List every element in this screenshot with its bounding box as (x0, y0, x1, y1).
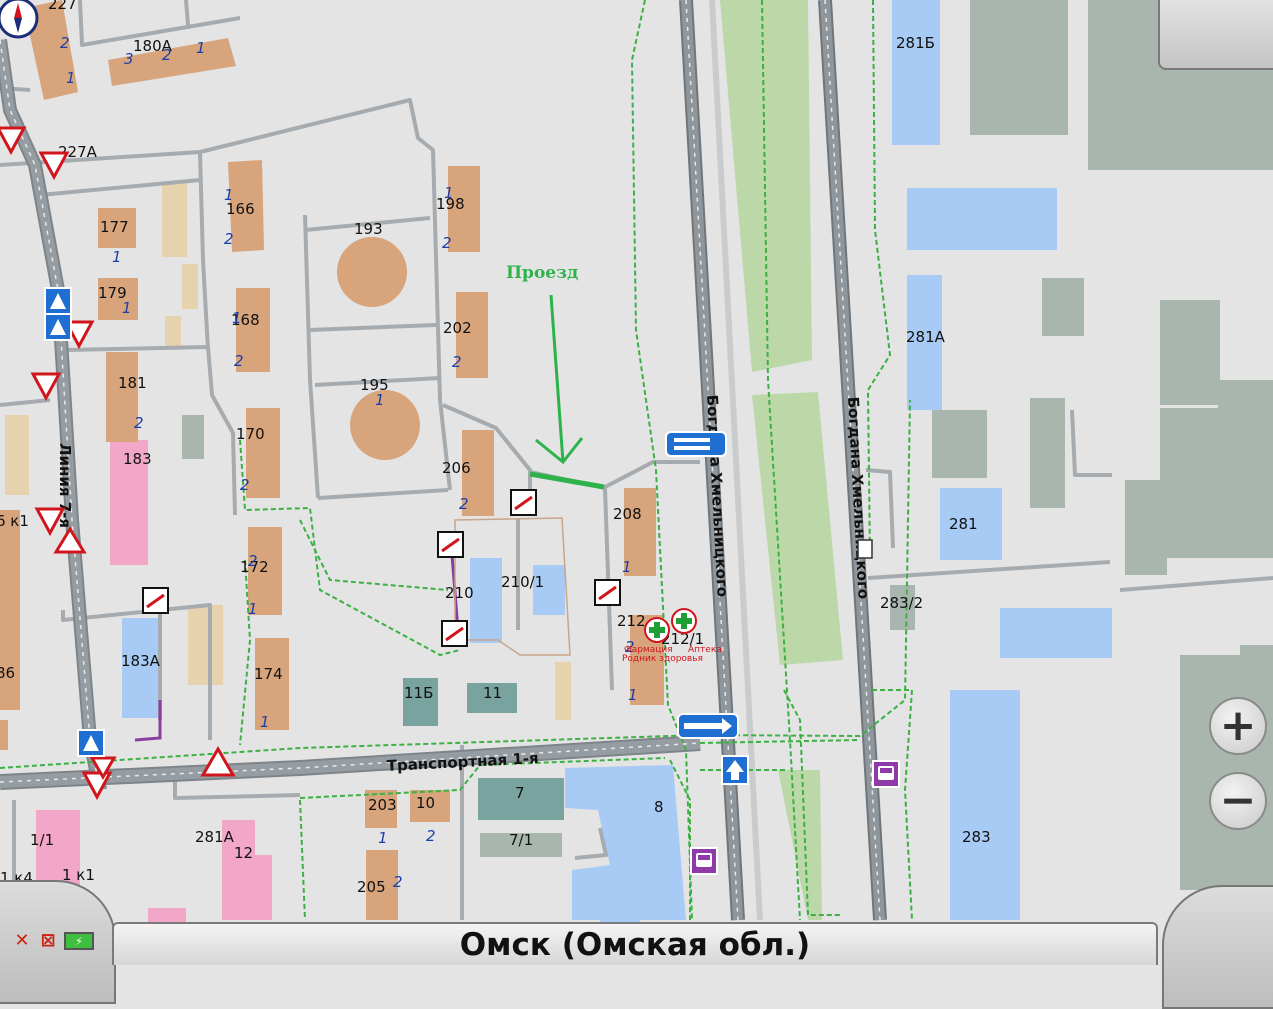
entrance-label: 1 (248, 600, 258, 618)
bottom-right-panel[interactable] (1162, 885, 1273, 1009)
entrance-label: 1 (260, 713, 270, 731)
house-label: 183 (123, 450, 152, 468)
status-icons: ✕ ⊠ ⚡ (12, 929, 94, 951)
house-label: 183А (121, 652, 161, 670)
entrance-label: 2 (452, 353, 462, 371)
house-label: 281 (949, 515, 978, 533)
house-label: 206 (442, 459, 471, 477)
entrance-label: 2 (134, 414, 144, 432)
city-label: Омск (Омская обл.) (459, 926, 811, 963)
house-label: 281А (906, 328, 946, 346)
zoom-out-button[interactable]: − (1209, 772, 1267, 830)
house-label: 210 (445, 584, 474, 602)
house-label: 86 (0, 664, 15, 682)
entrance-label: 1 (628, 686, 638, 704)
location-bar[interactable]: Омск (Омская обл.) (112, 922, 1158, 965)
pharmacy-sublabel: Родник здоровья (622, 654, 703, 664)
entrance-label: 1 (444, 184, 454, 202)
entrance-label: 2 (459, 495, 469, 513)
entrance-label: 2 (248, 552, 258, 570)
entrance-label: 2 (234, 352, 244, 370)
house-label: 283 (962, 828, 991, 846)
compass-icon[interactable] (0, 0, 39, 39)
house-label: 10 (416, 794, 435, 812)
entrance-label: 2 (162, 46, 172, 64)
entrance-label: 1 (196, 39, 206, 57)
house-label: 11Б (404, 684, 433, 702)
house-label: 7/1 (509, 831, 533, 849)
menu-button[interactable] (1158, 0, 1273, 70)
house-label: 281А (195, 828, 235, 846)
zoom-in-button[interactable]: + (1209, 697, 1267, 755)
entrance-label: 2 (442, 234, 452, 252)
house-label: 203 (368, 796, 397, 814)
house-label: 177 (100, 218, 129, 236)
house-label: 6 к1 (0, 512, 29, 530)
house-label: 227 (48, 0, 77, 13)
entrance-label: 1 (112, 248, 122, 266)
battery-icon: ⚡ (64, 932, 94, 950)
map-canvas[interactable]: Проезд 227 180А 227А 177 179 166 168 170… (0, 0, 1273, 965)
house-label: 174 (254, 665, 283, 683)
house-label: 181 (118, 374, 147, 392)
house-label: 210/1 (501, 573, 544, 591)
house-label: 208 (613, 505, 642, 523)
house-label: 11 (483, 684, 502, 702)
entrance-label: 1 (224, 186, 234, 204)
house-label: 202 (443, 319, 472, 337)
building-entrance-icon (857, 539, 873, 559)
gps-off-icon: ✕ (14, 929, 30, 951)
entrance-label: 2 (426, 827, 436, 845)
house-label: 170 (236, 425, 265, 443)
house-label: 8 (654, 798, 664, 816)
entrance-label: 1 (378, 829, 388, 847)
entrance-label: 3 (124, 50, 134, 68)
house-label: 283/2 (880, 594, 923, 612)
entrance-label: 1 (622, 558, 632, 576)
entrance-label: 1 (122, 299, 132, 317)
house-label: 281Б (896, 34, 935, 52)
entrance-label: 1 (66, 69, 76, 87)
house-label: 193 (354, 220, 383, 238)
entrance-label: 2 (240, 476, 250, 494)
house-label: 212 (617, 612, 646, 630)
sound-off-icon: ⊠ (40, 929, 56, 951)
entrance-label: 2 (393, 873, 403, 891)
entrance-label: 1 (375, 391, 385, 409)
entrance-label: 1 (232, 309, 242, 327)
blue-building-edge (600, 912, 640, 922)
house-label: 1/1 (30, 831, 54, 849)
annotation-label: Проезд (506, 263, 578, 283)
entrance-label: 2 (224, 230, 234, 248)
house-label: 12 (234, 844, 253, 862)
house-label: 205 (357, 878, 386, 896)
entrance-label: 2 (60, 34, 70, 52)
house-label: 7 (515, 784, 525, 802)
